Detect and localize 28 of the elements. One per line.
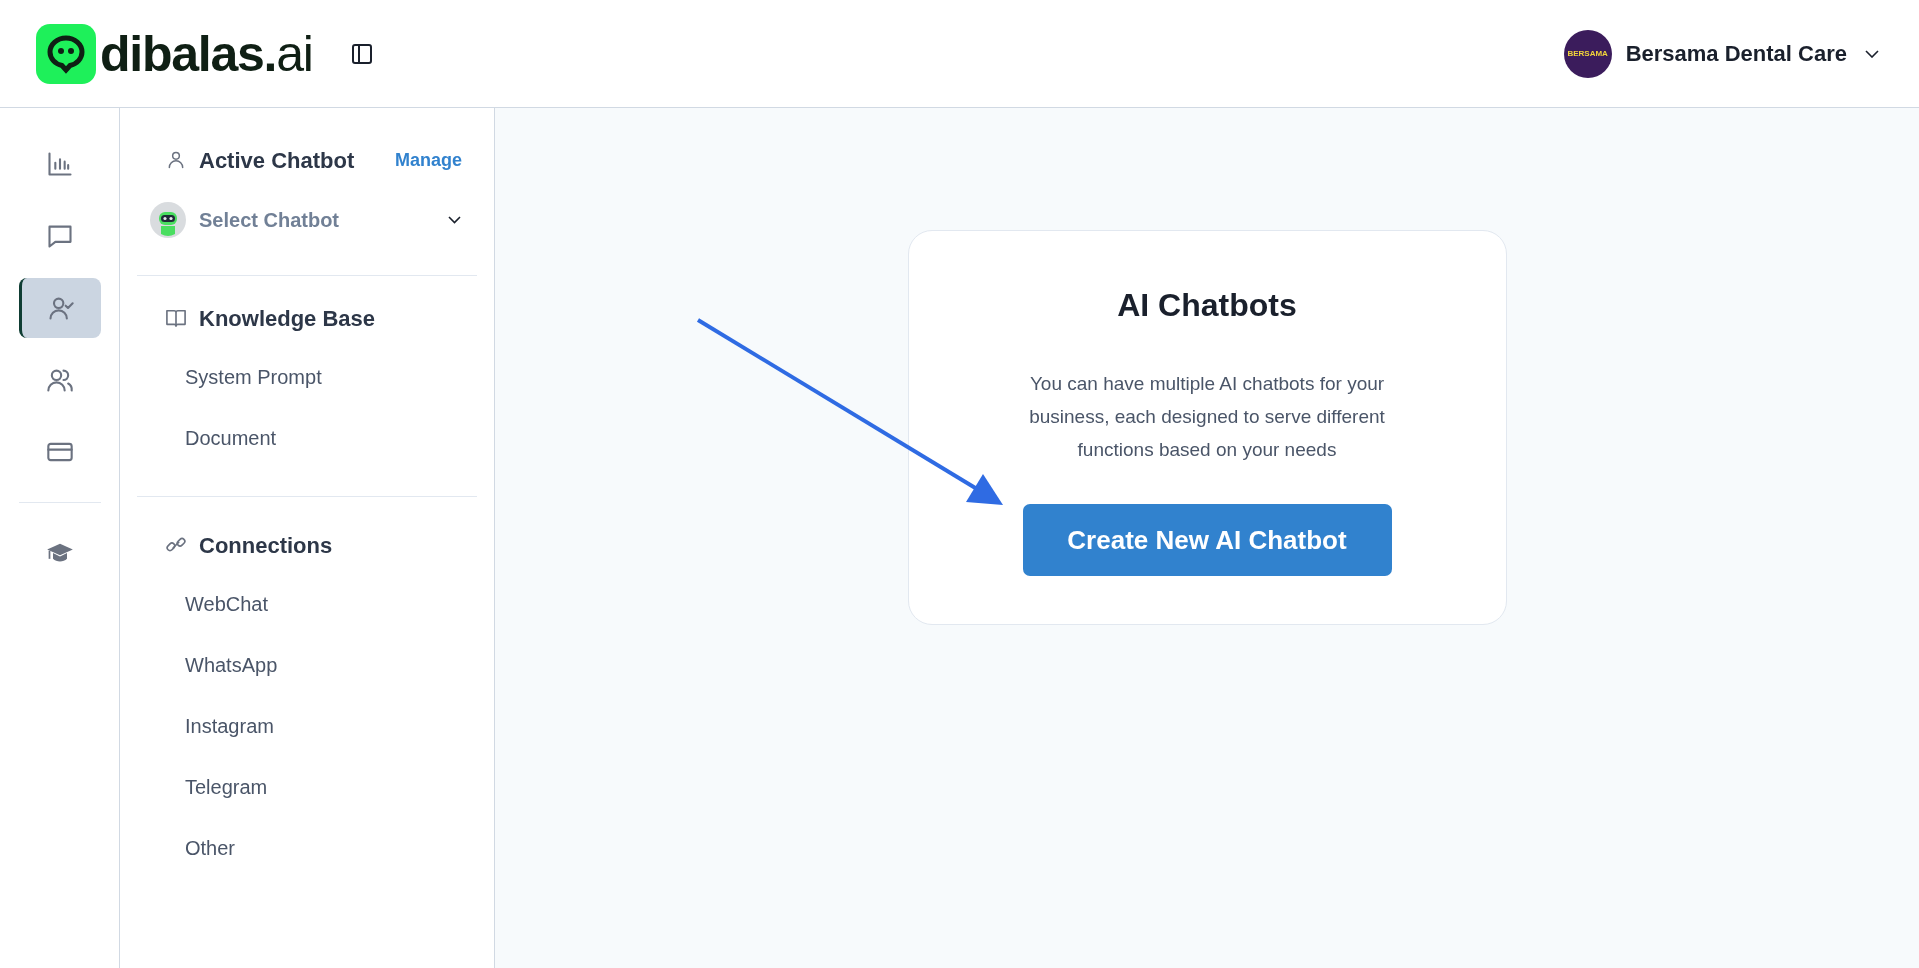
sidebar-toggle-icon[interactable] <box>350 42 373 65</box>
book-icon <box>165 308 187 328</box>
section-title: Active Chatbot <box>199 146 355 175</box>
sidebar-link[interactable]: Telegram <box>137 756 477 817</box>
logo-text: dibalas.ai <box>100 28 313 79</box>
card-title: AI Chatbots <box>1117 286 1297 325</box>
nav-button[interactable] <box>18 278 101 338</box>
sidebar-link[interactable]: WebChat <box>137 573 477 634</box>
section-title: Knowledge Base <box>199 304 376 333</box>
create-chatbot-button[interactable]: Create New AI Chatbot <box>1022 504 1392 576</box>
section-title: Connections <box>199 531 333 560</box>
logo-icon <box>36 23 96 84</box>
sidebar-link[interactable]: WhatsApp <box>137 634 477 695</box>
manage-link[interactable]: Manage <box>394 146 462 174</box>
account-menu[interactable]: BERSAMA Bersama Dental Care <box>1563 29 1879 78</box>
user-icon <box>166 150 186 170</box>
sidebar-link[interactable]: Instagram <box>137 695 477 756</box>
account-name: Bersama Dental Care <box>1625 40 1847 68</box>
chatbot-select[interactable]: Select Chatbot <box>137 198 477 242</box>
chart-icon <box>45 150 74 178</box>
chevron-down-icon <box>1865 49 1879 58</box>
sidebar-link[interactable]: System Prompt <box>137 346 477 407</box>
card-description: You can have multiple AI chatbots for your business, each designed to serve different functions based on your needs <box>1028 372 1386 462</box>
sidebar-link[interactable]: Other <box>137 817 477 878</box>
sidebar-link[interactable]: Document <box>137 407 477 468</box>
company-avatar: BERSAMA <box>1563 29 1612 78</box>
chevron-down-icon <box>448 216 461 224</box>
robot-avatar-icon <box>150 202 186 238</box>
